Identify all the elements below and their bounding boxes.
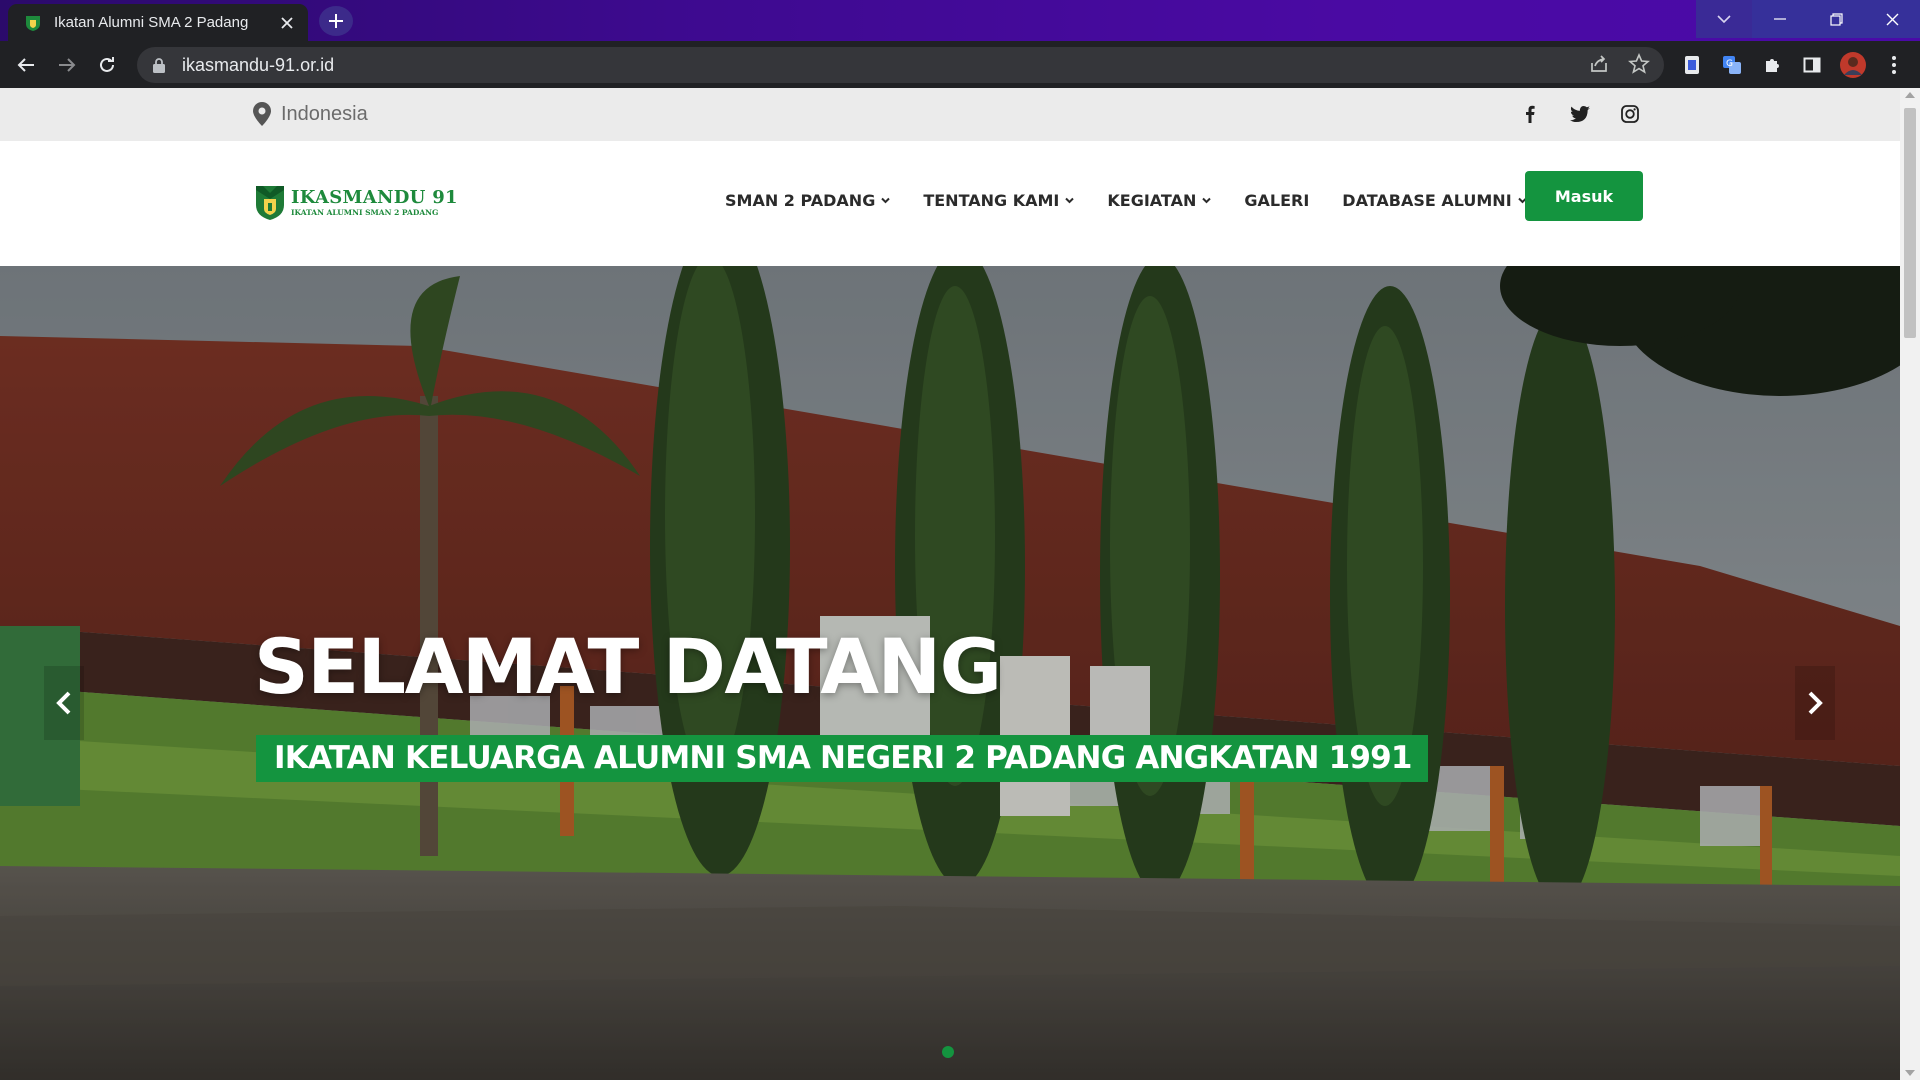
menu-item-sman-2-padang[interactable]: SMAN 2 PADANG <box>725 191 891 210</box>
slider-dot-active[interactable] <box>942 1046 954 1058</box>
map-pin-icon <box>253 102 271 126</box>
tab-title: Ikatan Alumni SMA 2 Padang <box>54 14 249 31</box>
forward-button[interactable] <box>51 49 83 81</box>
lock-icon <box>153 58 165 73</box>
close-window-button[interactable] <box>1864 0 1920 38</box>
chevron-left-icon <box>56 691 71 715</box>
translate-icon: G <box>1723 56 1741 74</box>
close-icon <box>1886 13 1898 25</box>
star-icon[interactable] <box>1628 53 1650 75</box>
login-button[interactable]: Masuk <box>1525 171 1643 221</box>
logo-text: IKASMANDU 91 IKATAN ALUMNI SMAN 2 PADANG <box>291 188 458 218</box>
location-text: Indonesia <box>281 102 368 125</box>
browser-tab[interactable]: Ikatan Alumni SMA 2 Padang <box>8 4 308 41</box>
restore-icon <box>1829 12 1843 26</box>
svg-text:G: G <box>1726 59 1733 69</box>
menu-item-galeri[interactable]: GALERI <box>1244 191 1309 210</box>
site-favicon <box>26 15 40 31</box>
page-scrollbar[interactable] <box>1900 88 1920 1080</box>
tab-search-button[interactable] <box>1696 0 1752 38</box>
menu-item-kegiatan[interactable]: KEGIATAN <box>1107 191 1212 210</box>
site-logo[interactable]: IKASMANDU 91 IKATAN ALUMNI SMAN 2 PADANG <box>255 185 458 221</box>
menu-item-label: DATABASE ALUMNI <box>1342 191 1512 210</box>
profile-button[interactable] <box>1837 49 1869 81</box>
url-text: ikasmandu-91.or.id <box>182 54 335 75</box>
more-menu-button[interactable] <box>1878 49 1910 81</box>
main-navbar: IKASMANDU 91 IKATAN ALUMNI SMAN 2 PADANG… <box>0 141 1900 266</box>
twitter-icon[interactable] <box>1570 104 1590 124</box>
instagram-icon[interactable] <box>1620 104 1640 124</box>
facebook-icon[interactable] <box>1520 104 1540 124</box>
menu-item-tentang-kami[interactable]: TENTANG KAMI <box>923 191 1075 210</box>
back-icon <box>17 58 34 72</box>
chevron-down-icon <box>881 197 891 204</box>
scroll-up-icon[interactable] <box>1905 92 1915 98</box>
forward-icon <box>59 58 76 72</box>
slider-next-button[interactable] <box>1795 666 1835 740</box>
hero-slider: SELAMAT DATANG IKATAN KELUARGA ALUMNI SM… <box>0 266 1900 1080</box>
profile-avatar <box>1840 52 1866 78</box>
slider-prev-button[interactable] <box>44 666 84 740</box>
minimize-icon <box>1774 18 1786 20</box>
tab-close-icon[interactable] <box>276 12 298 34</box>
menu-item-label: GALERI <box>1244 191 1310 210</box>
browser-toolbar: ikasmandu-91.or.id G <box>0 41 1920 88</box>
address-bar[interactable]: ikasmandu-91.or.id <box>137 47 1664 83</box>
browser-tabstrip: Ikatan Alumni SMA 2 Padang <box>0 0 1920 41</box>
chevron-down-icon <box>1202 197 1212 204</box>
top-info-bar: Indonesia <box>0 88 1900 141</box>
logo-subtitle: IKATAN ALUMNI SMAN 2 PADANG <box>291 208 439 217</box>
location-info: Indonesia <box>253 102 368 126</box>
menu-item-label: SMAN 2 PADANG <box>725 191 876 210</box>
extension-icon <box>1685 56 1699 74</box>
new-tab-button[interactable] <box>319 6 353 36</box>
side-panel-button[interactable] <box>1796 49 1828 81</box>
main-menu: SMAN 2 PADANG TENTANG KAMI KEGIATAN GALE… <box>725 191 1560 210</box>
back-button[interactable] <box>10 49 42 81</box>
menu-item-database-alumni[interactable]: DATABASE ALUMNI <box>1342 191 1527 210</box>
window-controls <box>1696 0 1920 41</box>
plus-icon <box>329 14 343 28</box>
translate-button[interactable]: G <box>1716 49 1748 81</box>
puzzle-icon <box>1766 59 1779 72</box>
extension-button[interactable] <box>1676 49 1708 81</box>
extensions-menu-button[interactable] <box>1756 49 1788 81</box>
logo-title: IKASMANDU 91 <box>291 187 458 208</box>
menu-item-label: KEGIATAN <box>1107 191 1197 210</box>
reload-icon <box>100 57 114 72</box>
school-emblem-icon <box>256 186 284 220</box>
hero-title: SELAMAT DATANG <box>254 622 1002 711</box>
menu-item-label: TENTANG KAMI <box>923 191 1060 210</box>
more-icon <box>1892 56 1896 74</box>
scroll-down-icon[interactable] <box>1905 1070 1915 1076</box>
scrollbar-thumb[interactable] <box>1904 108 1916 338</box>
reload-button[interactable] <box>91 49 123 81</box>
sidepanel-icon <box>1803 57 1821 73</box>
share-icon[interactable] <box>1588 53 1610 75</box>
restore-button[interactable] <box>1808 0 1864 38</box>
social-links <box>1520 104 1640 124</box>
chevron-down-icon <box>1065 197 1075 204</box>
chevron-down-icon <box>1717 14 1731 23</box>
slider-indicators <box>942 1046 954 1058</box>
minimize-button[interactable] <box>1752 0 1808 38</box>
hero-subtitle: IKATAN KELUARGA ALUMNI SMA NEGERI 2 PADA… <box>256 735 1428 782</box>
chevron-right-icon <box>1808 691 1823 715</box>
page-viewport: Indonesia IKASMANDU 91 IKATAN ALUMNI SMA… <box>0 88 1900 1080</box>
